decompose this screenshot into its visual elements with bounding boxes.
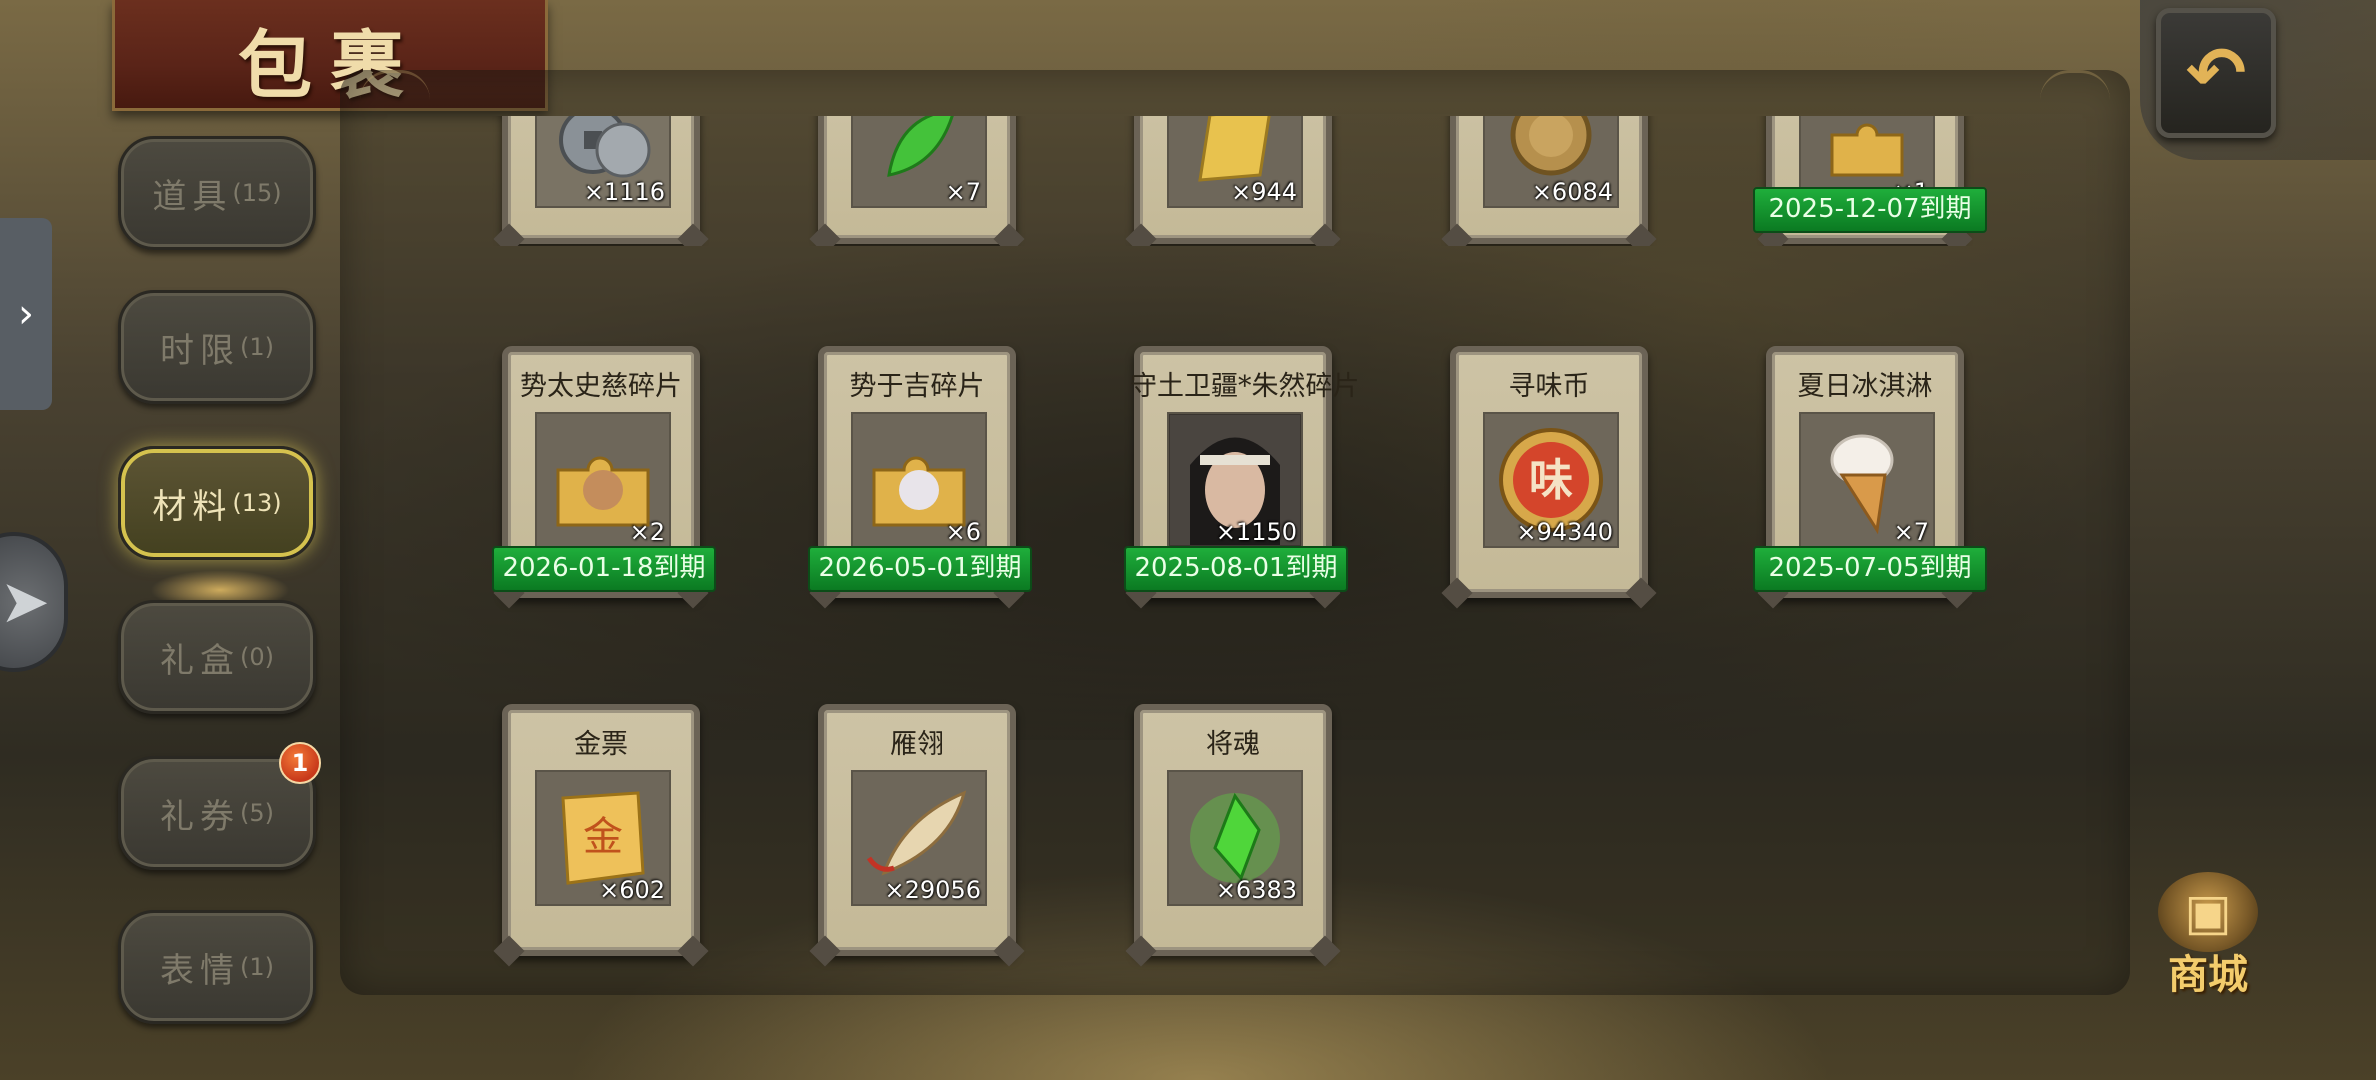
panel-ornament [2040,70,2110,113]
shop-label: 商城 [2168,951,2248,998]
item-card[interactable]: 雁翎 ×29056 [818,704,1016,956]
item-quantity: ×94340 [1516,518,1613,546]
item-card[interactable]: 将魂 ×6383 [1134,704,1332,956]
puzzle-fragment-icon: ×2 [535,412,671,548]
puzzle-fragment-icon: ×6 [851,412,987,548]
item-name: 势太史慈碎片 [520,371,682,402]
tab-materials[interactable]: 材料 (13) [118,446,316,560]
feather-icon: ×29056 [851,770,987,906]
gold-ticket-icon: 金 ×602 [535,770,671,906]
bronze-coin-icon: ×6084 [1483,116,1619,208]
green-leaf-icon: ×7 [851,116,987,208]
item-quantity: ×6084 [1531,178,1613,206]
item-name: 将魂 [1206,729,1260,760]
tab-count: (13) [232,489,282,517]
expiry-label: 2025-08-01到期 [1124,546,1348,592]
ticket-character: 金 [583,814,623,860]
tab-label: 道具 [152,176,233,217]
hero-portrait-icon: ×1150 [1167,412,1303,548]
return-arrow-icon: ↶ [2185,31,2247,115]
back-button[interactable]: ↶ [2156,8,2276,138]
item-name: 夏日冰淇淋 [1797,371,1933,402]
tab-label: 表情 [160,950,240,991]
shop-button[interactable]: ▣ 商城 [2148,872,2268,1002]
item-quantity: ×2 [629,518,665,546]
gold-ingot-icon: ×944 [1167,116,1303,208]
tab-items[interactable]: 道具 (15) [118,136,316,250]
item-quantity: ×6383 [1215,876,1297,904]
tab-gift-box[interactable]: 礼盒 (0) [118,600,316,714]
tab-count: (1) [240,333,274,361]
item-card[interactable]: ×944 [1134,116,1332,244]
coins-icon: ×1116 [535,116,671,208]
expiry-label: 2025-12-07到期 [1753,187,1987,233]
notification-badge: 1 [279,742,321,784]
item-name: 雁翎 [890,729,944,760]
coin-character: 味 [1529,455,1573,506]
item-name: 势于吉碎片 [849,371,985,402]
tab-count: (0) [240,643,274,671]
item-card[interactable]: ×1116 [502,116,700,244]
item-card[interactable]: 寻味币 味 ×94340 [1450,346,1648,598]
expiry-label: 2025-07-05到期 [1753,546,1987,592]
item-card[interactable]: ×7 [818,116,1016,244]
item-name: 金票 [574,729,628,760]
item-quantity: ×29056 [884,876,981,904]
expiry-label: 2026-01-18到期 [492,546,716,592]
item-quantity: ×602 [599,876,665,904]
item-card[interactable]: ×6084 [1450,116,1648,244]
tab-label: 时限 [160,330,240,371]
item-quantity: ×6 [945,518,981,546]
flavor-coin-icon: 味 ×94340 [1483,412,1619,548]
tab-emotes[interactable]: 表情 (1) [118,910,316,1024]
side-drawer-toggle[interactable]: › [0,218,52,410]
arrow-right-icon: ➤ [0,567,50,637]
tab-label: 礼券 [160,796,240,837]
item-quantity: ×1150 [1215,518,1297,546]
tab-timed[interactable]: 时限 (1) [118,290,316,404]
treasure-chest-icon: ▣ [2158,872,2258,952]
tab-count: (15) [232,179,282,207]
tab-label: 礼盒 [160,640,240,681]
tab-label: 材料 [152,486,233,527]
item-card[interactable]: 金票 金 ×602 [502,704,700,956]
item-name: 寻味币 [1508,371,1590,402]
item-quantity: ×7 [945,178,981,206]
item-quantity: ×7 [1893,518,1929,546]
item-quantity: ×944 [1231,178,1297,206]
chevron-right-icon: › [18,291,34,337]
expiry-label: 2026-05-01到期 [808,546,1032,592]
expand-arrow-button[interactable]: ➤ [0,532,68,672]
item-quantity: ×1116 [583,178,665,206]
panel-ornament [360,70,430,113]
tab-count: (1) [240,953,274,981]
item-name: 守土卫疆*朱然碎片 [1130,371,1360,402]
ice-cream-icon: ×7 [1799,412,1935,548]
tab-count: (5) [240,799,274,827]
green-crystal-icon: ×6383 [1167,770,1303,906]
